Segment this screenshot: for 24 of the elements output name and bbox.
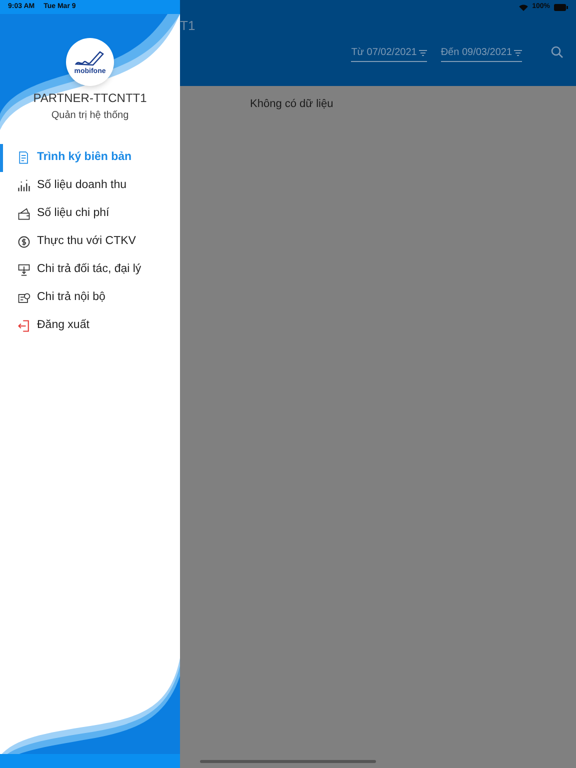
pen-icon (75, 50, 105, 68)
battery-icon (554, 4, 568, 11)
filter-icon (514, 50, 522, 56)
empty-message: Không có dữ liệu (250, 97, 334, 112)
search-icon[interactable] (551, 46, 563, 58)
menu-item[interactable]: Số liệu doanh thu (0, 172, 180, 200)
wifi-icon (519, 4, 528, 11)
card-icon (17, 291, 31, 305)
logout-icon (17, 319, 31, 333)
bars-icon (17, 179, 31, 193)
menu-item[interactable]: Thực thu với CTKV (0, 228, 180, 256)
menu-item[interactable]: Chi trả nội bộ (0, 284, 180, 312)
menu-item[interactable]: Trình ký biên bản (0, 144, 180, 172)
transfer-icon (17, 263, 31, 277)
filter-icon (418, 50, 427, 56)
user-name: PARTNER-TTCNTT1 (33, 90, 147, 107)
user-role: Quản trị hệ thống (51, 109, 129, 123)
document-icon (17, 151, 31, 165)
wallet-icon (17, 207, 31, 221)
coin-icon (17, 235, 31, 249)
screen-title: T1 (180, 17, 196, 35)
menu-item[interactable]: Đăng xuất (0, 312, 180, 340)
menu-item[interactable]: Số liệu chi phí (0, 200, 180, 228)
menu-item[interactable]: Chi trả đối tác, đại lý (0, 256, 180, 284)
